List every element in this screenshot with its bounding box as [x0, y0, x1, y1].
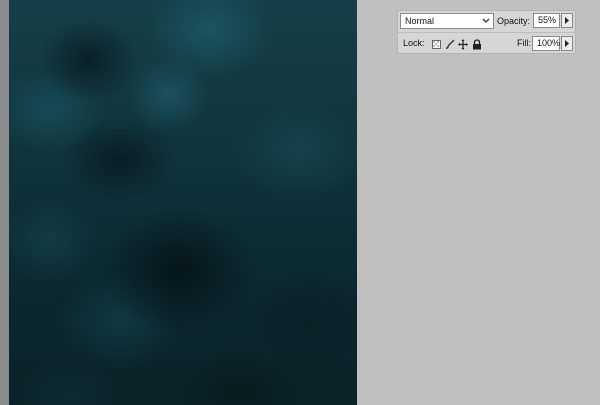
opacity-input[interactable]: 55%	[533, 13, 560, 28]
layers-options-panel: Normal Opacity: 55% Lock: Fill: 100%	[397, 10, 576, 54]
fill-slider-button[interactable]	[561, 36, 573, 51]
blend-opacity-row: Normal Opacity: 55%	[398, 12, 575, 32]
opacity-slider-button[interactable]	[561, 13, 573, 28]
fill-label: Fill:	[517, 38, 531, 48]
lock-image-pixels-icon[interactable]	[445, 37, 455, 49]
opacity-label: Opacity:	[497, 16, 531, 26]
lock-all-icon[interactable]	[472, 37, 482, 50]
lock-position-icon[interactable]	[458, 37, 468, 50]
document-canvas[interactable]	[9, 0, 357, 405]
panel-divider	[398, 32, 575, 33]
fill-input[interactable]: 100%	[532, 36, 560, 51]
lock-label: Lock:	[403, 38, 425, 48]
chevron-down-icon	[481, 14, 491, 28]
blend-mode-select[interactable]: Normal	[400, 13, 494, 29]
lock-transparent-pixels-icon[interactable]	[432, 37, 442, 49]
lock-fill-row: Lock: Fill: 100%	[398, 34, 575, 54]
left-panel-edge	[0, 0, 9, 405]
blend-mode-value: Normal	[405, 16, 435, 26]
